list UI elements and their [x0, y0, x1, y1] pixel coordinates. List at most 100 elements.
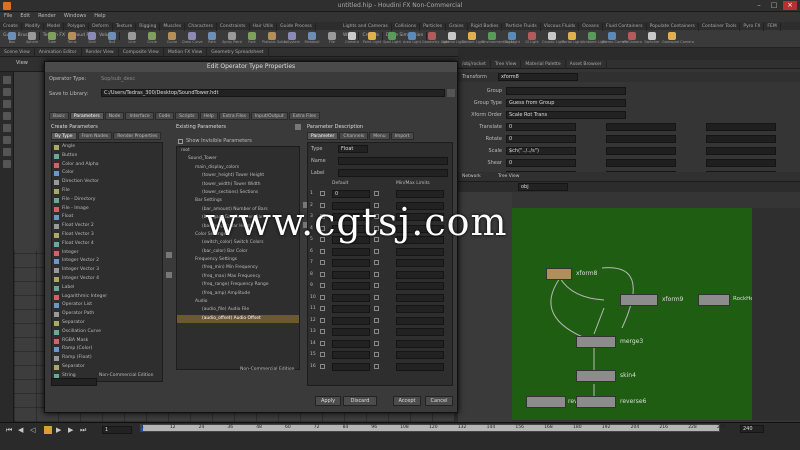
play-icon[interactable]: ▶ [56, 426, 61, 434]
tree-item[interactable]: (tower_width) Tower Width [177, 181, 299, 189]
shelf-right-tool-4[interactable]: Geometry Light [422, 31, 449, 47]
shelf-left-tab-2[interactable]: Model [44, 23, 65, 31]
param-type-item[interactable]: Float Vector 3 [52, 231, 162, 240]
current-frame-field[interactable]: 1 [102, 426, 132, 434]
channel-min-field[interactable] [396, 362, 444, 371]
shelf-left-tool-11[interactable]: Spray Paint [222, 31, 242, 47]
channel-min-field[interactable] [396, 305, 444, 313]
tree-item[interactable]: (freq_max) Max Frequency [177, 273, 299, 281]
shelf-right-tab-12[interactable]: FEM [764, 23, 781, 31]
param-desc-field[interactable] [338, 157, 448, 165]
shelf-left-tab-4[interactable]: Deform [89, 23, 113, 31]
param-field[interactable]: Guess from Group [506, 99, 626, 107]
channel-min-field[interactable] [396, 190, 444, 198]
shelf-right-tab-11[interactable]: Pyro FX [740, 23, 765, 31]
channel-min-checkbox[interactable] [374, 317, 379, 323]
param-type-item[interactable]: Oscillation Curve [52, 328, 162, 337]
channel-checkbox[interactable] [320, 260, 325, 265]
rotate-tool-icon[interactable] [2, 100, 11, 108]
channel-checkbox[interactable] [320, 283, 325, 288]
shelf-left-tool-5[interactable]: Null [102, 31, 122, 47]
pane-tab-right-1[interactable]: Tree View [491, 60, 522, 69]
menu-item-file[interactable]: File [0, 12, 16, 20]
channel-default-field[interactable] [332, 328, 370, 336]
shelf-left-tool-1[interactable]: Sphere [22, 31, 42, 47]
node-rev[interactable] [526, 396, 566, 408]
tree-item[interactable]: (freq_amp) Amplitude [177, 290, 299, 298]
param-type-item[interactable]: File [52, 187, 162, 196]
shelf-right-tab-6[interactable]: Viscous Fluids [541, 23, 580, 31]
param-field[interactable]: Scale Rot Trans [506, 111, 626, 119]
shelf-right-tab-5[interactable]: Particle Fluids [502, 23, 541, 31]
param-type-item[interactable]: Operator Path [52, 310, 162, 319]
shelf-right-tab-9[interactable]: Populate Containers [647, 23, 699, 31]
param-type-item[interactable]: Ramp (Float) [52, 354, 162, 363]
shelf-right-tool-11[interactable]: Portal Light [562, 31, 582, 47]
param-field-component[interactable] [706, 147, 776, 155]
add-param-arrow-icon[interactable] [166, 252, 172, 258]
param-field-component[interactable] [706, 123, 776, 131]
channel-default-field[interactable] [332, 293, 370, 302]
handle-tool-icon[interactable] [2, 124, 11, 132]
pane-tab-left-5[interactable]: Geometry Spreadsheet [207, 48, 269, 57]
param-desc-field[interactable] [338, 169, 448, 177]
node-rockheight[interactable] [698, 294, 730, 306]
dialog-tab-4[interactable]: Code [154, 112, 175, 120]
param-field-component[interactable] [706, 159, 776, 167]
channel-min-checkbox[interactable] [374, 329, 379, 334]
tree-item[interactable]: (audio_offset) Audio Offset [177, 314, 299, 324]
node-xform9[interactable] [620, 294, 658, 306]
channel-default-field[interactable] [332, 282, 370, 290]
param-type-item[interactable]: File - Image [52, 205, 162, 214]
shelf-right-tool-15[interactable]: Switcher [642, 31, 662, 47]
channel-min-checkbox[interactable] [374, 283, 379, 288]
close-icon[interactable]: × [783, 1, 797, 10]
shelf-left-tab-0[interactable]: Create [0, 23, 22, 31]
param-type-item[interactable]: Angle [52, 143, 162, 152]
tree-item[interactable]: (freq_range) Frequency Range [177, 281, 299, 289]
node-xform8[interactable] [546, 268, 572, 280]
channel-min-field[interactable] [396, 270, 444, 279]
shelf-right-tab-3[interactable]: Grains [446, 23, 468, 31]
channel-min-checkbox[interactable] [374, 248, 379, 254]
shelf-right-tab-7[interactable]: Oceans [579, 23, 604, 31]
shelf-left-tool-10[interactable]: Path [202, 31, 222, 47]
channel-min-checkbox[interactable] [374, 363, 379, 369]
param-desc-subtab-0[interactable]: Parameter [307, 132, 339, 140]
tab-tree-view[interactable]: Tree View [498, 174, 520, 179]
tree-item[interactable]: (bar_color) Bar Color [177, 248, 299, 256]
channel-min-checkbox[interactable] [374, 352, 379, 357]
param-type-list[interactable]: Angle Button Color and Alpha Color Direction… [51, 142, 163, 382]
param-field[interactable]: 0 [506, 135, 576, 143]
channel-min-field[interactable] [396, 293, 444, 302]
tree-item[interactable]: (tower_height) Tower Height [177, 172, 299, 180]
menu-item-help[interactable]: Help [90, 12, 109, 20]
tree-item[interactable]: (tower_sections) Sections [177, 189, 299, 197]
channel-checkbox[interactable] [320, 340, 325, 346]
channel-checkbox[interactable] [320, 191, 325, 196]
param-desc-field[interactable]: Float [338, 145, 368, 153]
shelf-right-tab-2[interactable]: Particles [420, 23, 447, 31]
dialog-tab-9[interactable]: Extra Files [288, 112, 320, 120]
shelf-right-tool-5[interactable]: Volume Light [442, 31, 465, 47]
shelf-right-tool-13[interactable]: Stereo Camera [602, 31, 628, 47]
channel-min-field[interactable] [396, 339, 444, 348]
param-type-item[interactable]: File - Directory [52, 196, 162, 205]
create-params-subtab-2[interactable]: Render Properties [113, 132, 162, 140]
dialog-tab-5[interactable]: Scripts [175, 112, 199, 120]
pane-tab-left-4[interactable]: Motion FX View [164, 48, 208, 57]
dialog-tab-3[interactable]: Interface [125, 112, 154, 120]
channel-checkbox[interactable] [320, 352, 325, 357]
tree-item[interactable]: root [177, 147, 299, 155]
remove-param-arrow-icon[interactable] [166, 272, 172, 278]
param-type-item[interactable]: Direction Vector [52, 178, 162, 187]
shelf-right-tool-12[interactable]: Ambient Light [582, 31, 607, 47]
dialog-tab-8[interactable]: Input/Output [250, 112, 288, 120]
param-field[interactable] [506, 87, 626, 95]
stop-icon[interactable] [44, 426, 52, 434]
shelf-left-tool-2[interactable]: Tube [42, 31, 62, 47]
channel-default-field[interactable] [332, 316, 370, 325]
shelf-right-tool-7[interactable]: Environment Light [482, 31, 514, 47]
shelf-right-tab-4[interactable]: Rigid Bodies [468, 23, 503, 31]
shelf-left-tool-7[interactable]: Circle [142, 31, 162, 47]
